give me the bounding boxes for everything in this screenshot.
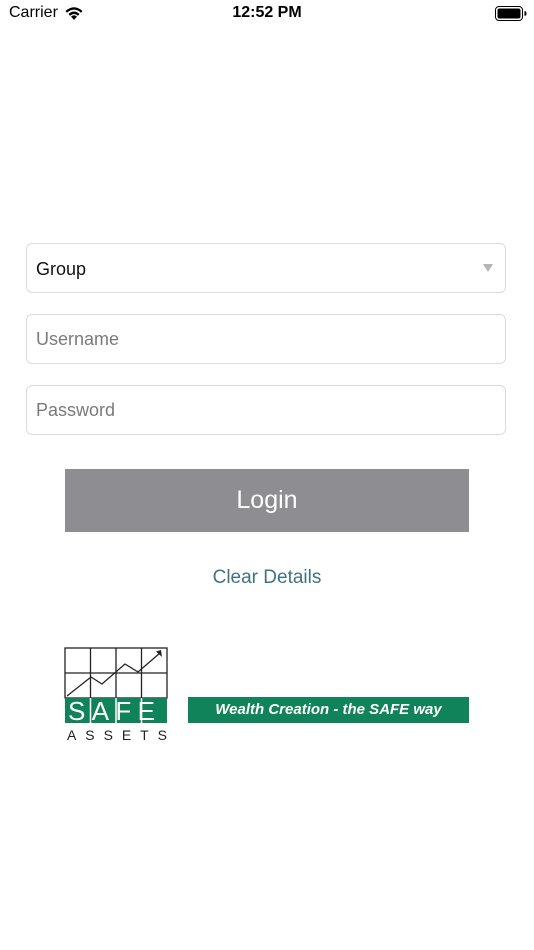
username-field-container: [26, 314, 506, 364]
password-field-container: [26, 385, 506, 435]
username-input[interactable]: [27, 315, 505, 363]
logo-subword: ASSETS: [67, 727, 167, 743]
group-select[interactable]: Group: [26, 243, 506, 293]
battery-icon: [495, 6, 527, 21]
group-select-value: Group: [36, 259, 87, 279]
logo-word: SAFE: [68, 696, 164, 726]
brand-tagline: Wealth Creation - the SAFE way: [188, 697, 469, 723]
safe-assets-logo: SAFE ASSETS: [64, 647, 168, 743]
chevron-down-icon: [483, 264, 493, 272]
clock: 12:52 PM: [232, 4, 302, 21]
status-bar: Carrier 12:52 PM: [0, 0, 534, 28]
login-button[interactable]: Login: [65, 469, 469, 532]
password-input[interactable]: [27, 386, 505, 434]
login-screen: Carrier 12:52 PM Group Login Clear Detai…: [0, 0, 534, 950]
clear-details-link[interactable]: Clear Details: [0, 567, 534, 589]
